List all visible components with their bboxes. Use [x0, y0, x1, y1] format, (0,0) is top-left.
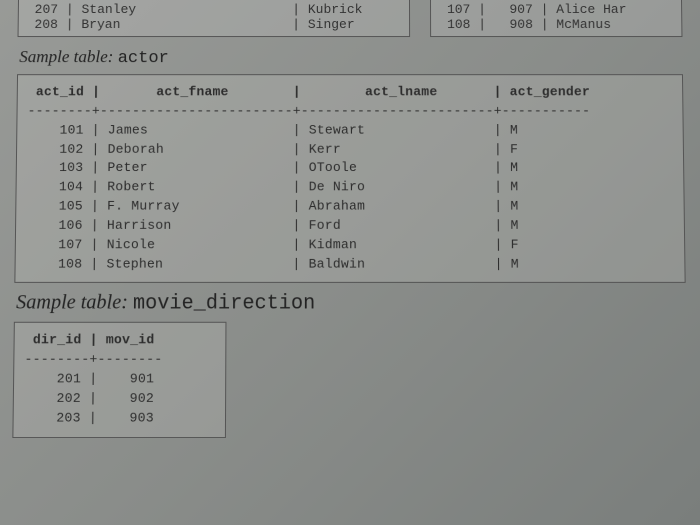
table-row: 201 | 901	[24, 371, 154, 386]
fragment-left-box: 207 | Stanley | Kubrick 208 | Bryan | Si…	[18, 0, 411, 37]
fragment-left-row: 208 | Bryan | Singer	[27, 17, 402, 32]
fragment-left-row: 207 | Stanley | Kubrick	[27, 2, 401, 17]
fragment-right-row: 107 | 907 | Alice Har	[439, 2, 673, 17]
table-row: 101 | James | Stewart | M	[27, 122, 518, 137]
movie-direction-table: dir_id | mov_id --------+-------- 201 | …	[12, 322, 226, 437]
table-row: 106 | Harrison | Ford | M	[26, 218, 518, 233]
actor-table-divider: --------+------------------------+------…	[28, 103, 591, 118]
table-row: 102 | Deborah | Kerr | F	[27, 141, 518, 156]
title-name: movie_direction	[133, 293, 315, 317]
actor-table: act_id | act_fname | act_lname | act_gen…	[14, 74, 685, 283]
title-prefix: Sample table	[16, 292, 121, 315]
actor-table-header: act_id | act_fname | act_lname | act_gen…	[28, 84, 590, 99]
table-row: 105 | F. Murray | Abraham | M	[26, 198, 518, 213]
table-row: 104 | Robert | De Niro | M	[27, 179, 519, 194]
movdir-table-header: dir_id | mov_id	[25, 332, 155, 347]
table-row: 107 | Nicole | Kidman | F	[26, 237, 519, 252]
movdir-section-title: Sample table: movie_direction	[16, 292, 686, 317]
movdir-table-divider: --------+--------	[24, 352, 162, 367]
page-content: 207 | Stanley | Kubrick 208 | Bryan | Si…	[0, 0, 700, 438]
title-prefix: Sample table	[19, 47, 108, 66]
table-row: 203 | 903	[24, 410, 154, 425]
actor-section-title: Sample table: actor	[19, 47, 683, 68]
fragment-right-box: 107 | 907 | Alice Har 108 | 908 | McManu…	[430, 0, 682, 37]
table-row: 103 | Peter | OToole | M	[27, 160, 518, 175]
table-row: 202 | 902	[24, 391, 154, 406]
title-name: actor	[118, 49, 169, 68]
top-fragments: 207 | Stanley | Kubrick 208 | Bryan | Si…	[18, 0, 683, 37]
table-row: 108 | Stephen | Baldwin | M	[26, 256, 519, 271]
fragment-right-row: 108 | 908 | McManus	[439, 17, 673, 32]
